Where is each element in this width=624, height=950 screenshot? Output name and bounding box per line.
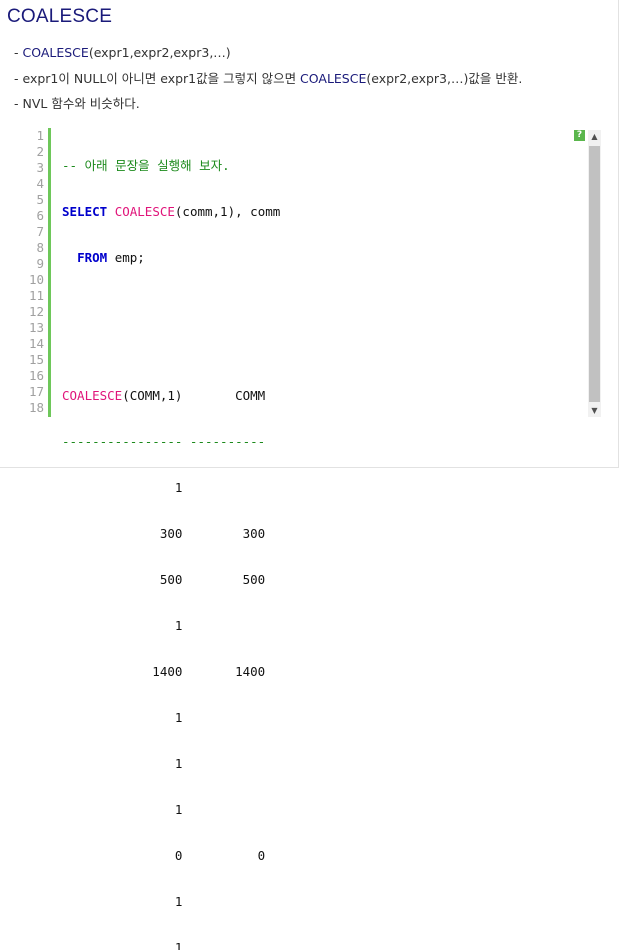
scrollbar-thumb[interactable]	[589, 146, 600, 402]
result-row: 1	[62, 802, 183, 817]
bullet-item: - COALESCE(expr1,expr2,expr3,…)	[14, 45, 231, 60]
code-block[interactable]: 123 456 789 10 11 12 13 14 15 16 17 18 -- 아래 문…	[28, 128, 601, 950]
code-line: FROM emp;	[77, 250, 145, 265]
result-row: 1	[62, 710, 183, 725]
result-row: 1	[62, 480, 183, 495]
code-line: COALESCE(COMM,1) COMM	[62, 388, 266, 403]
result-row: 0 0	[62, 848, 266, 863]
result-row: 1400 1400	[62, 664, 266, 679]
scroll-up-arrow-icon[interactable]: ▲	[588, 130, 601, 143]
result-row: 1	[62, 894, 183, 909]
result-row: 1	[62, 940, 183, 950]
bullet-item: - expr1이 NULL이 아니면 expr1값을 그렇지 않으면 COALE…	[14, 70, 523, 86]
result-row: 300 300	[62, 526, 266, 541]
page-title: COALESCE	[7, 6, 113, 27]
bullet-item: - NVL 함수와 비슷하다.	[14, 96, 140, 111]
description-list: - COALESCE(expr1,expr2,expr3,…) - expr1이…	[14, 40, 522, 117]
result-row: 1	[62, 618, 183, 633]
code-line: ---------------- ----------	[62, 434, 266, 449]
scroll-down-arrow-icon[interactable]: ▼	[588, 404, 601, 417]
code-lines: -- 아래 문장을 실행해 보자. SELECT COALESCE(comm,1…	[62, 128, 280, 950]
vertical-scrollbar[interactable]: ▲ ▼	[588, 130, 601, 417]
line-number-gutter: 123 456 789 10 11 12 13 14 15 16 17 18	[28, 128, 51, 417]
help-icon[interactable]: ?	[574, 130, 585, 141]
result-row: 500 500	[62, 572, 266, 587]
result-row: 1	[62, 756, 183, 771]
code-line: -- 아래 문장을 실행해 보자.	[62, 158, 230, 173]
code-line: SELECT COALESCE(comm,1), comm	[62, 204, 281, 219]
